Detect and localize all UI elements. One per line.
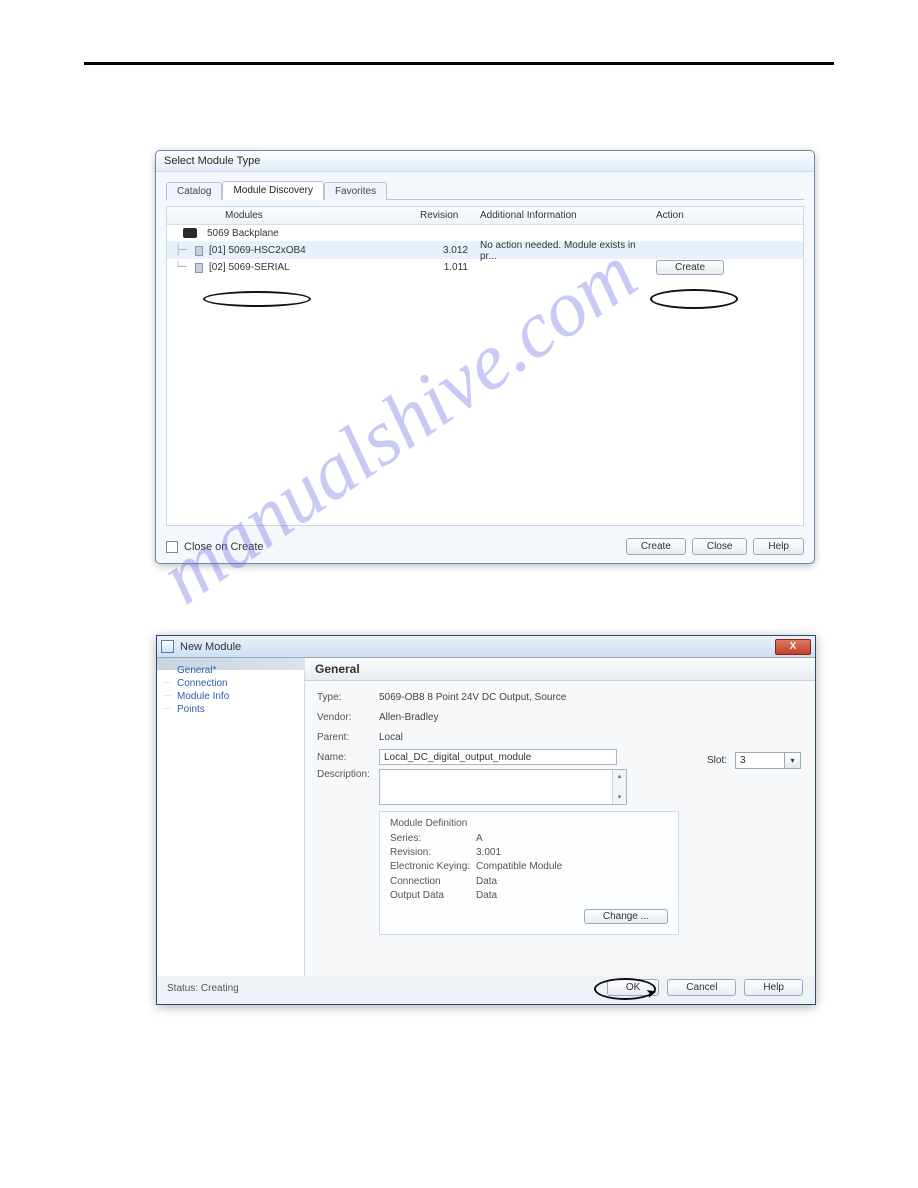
nav-item-general[interactable]: General* bbox=[167, 664, 304, 677]
connection-label: Connection bbox=[390, 876, 476, 887]
general-panel: General Type: 5069-OB8 8 Point 24V DC Ou… bbox=[305, 658, 815, 976]
dialog2-titlebar: New Module X bbox=[157, 636, 815, 658]
parent-label: Parent: bbox=[317, 732, 379, 743]
description-scrollbar[interactable]: ▴ ▾ bbox=[612, 770, 626, 804]
create-row-button[interactable]: Create bbox=[656, 260, 724, 275]
highlight-ellipse-module bbox=[203, 291, 311, 307]
ekeying-value: Compatible Module bbox=[476, 861, 562, 872]
module-icon bbox=[195, 246, 203, 256]
nav-item-connection[interactable]: Connection bbox=[167, 677, 304, 690]
revision-label: Revision: bbox=[390, 847, 476, 858]
change-button[interactable]: Change ... bbox=[584, 909, 668, 924]
tree-line-icon: └─ bbox=[167, 262, 195, 273]
tab-favorites[interactable]: Favorites bbox=[324, 182, 387, 200]
col-header-action: Action bbox=[650, 210, 803, 221]
tab-catalog[interactable]: Catalog bbox=[166, 182, 222, 200]
slot-dropdown[interactable]: 3 ▾ bbox=[735, 752, 801, 769]
close-on-create-label: Close on Create bbox=[184, 541, 264, 553]
output-data-value: Data bbox=[476, 890, 497, 901]
table-row[interactable]: └─ [02] 5069-SERIAL 1.011 Create bbox=[167, 259, 803, 276]
vendor-value: Allen-Bradley bbox=[379, 712, 438, 723]
help-button[interactable]: Help bbox=[753, 538, 804, 555]
parent-value: Local bbox=[379, 732, 403, 743]
name-input[interactable] bbox=[379, 749, 617, 765]
description-textarea[interactable]: ▴ ▾ bbox=[379, 769, 627, 805]
connection-value: Data bbox=[476, 876, 497, 887]
output-data-label: Output Data bbox=[390, 890, 476, 901]
module-definition-box: Module Definition Series:A Revision:3.00… bbox=[379, 811, 679, 935]
type-value: 5069-OB8 8 Point 24V DC Output, Source bbox=[379, 692, 566, 703]
new-module-dialog: New Module X General* Connection Module … bbox=[156, 635, 816, 1005]
help-button[interactable]: Help bbox=[744, 979, 803, 996]
col-header-revision: Revision bbox=[420, 210, 480, 221]
scroll-down-icon[interactable]: ▾ bbox=[613, 791, 626, 804]
type-label: Type: bbox=[317, 692, 379, 703]
backplane-icon bbox=[183, 228, 197, 238]
chevron-down-icon: ▾ bbox=[784, 753, 800, 768]
dialog1-footer: Close on Create Create Close Help bbox=[166, 538, 804, 555]
section-header-general: General bbox=[305, 658, 815, 681]
ekeying-label: Electronic Keying: bbox=[390, 861, 476, 872]
vendor-label: Vendor: bbox=[317, 712, 379, 723]
module-definition-title: Module Definition bbox=[390, 818, 668, 829]
discovery-grid: Modules Revision Additional Information … bbox=[166, 206, 804, 526]
page-top-rule bbox=[84, 62, 834, 65]
series-value: A bbox=[476, 833, 483, 844]
tree-line-icon: ├─ bbox=[167, 245, 195, 256]
series-label: Series: bbox=[390, 833, 476, 844]
status-label: Status: bbox=[167, 983, 198, 994]
nav-item-module-info[interactable]: Module Info bbox=[167, 690, 304, 703]
module-revision: 1.011 bbox=[420, 262, 480, 273]
description-label: Description: bbox=[317, 769, 379, 780]
tab-module-discovery[interactable]: Module Discovery bbox=[222, 181, 323, 200]
revision-value: 3.001 bbox=[476, 847, 501, 858]
highlight-ellipse-create bbox=[650, 289, 738, 309]
col-header-info: Additional Information bbox=[480, 210, 650, 221]
close-on-create-checkbox[interactable] bbox=[166, 541, 178, 553]
close-button[interactable]: Close bbox=[692, 538, 748, 555]
scroll-up-icon[interactable]: ▴ bbox=[613, 770, 626, 783]
slot-value: 3 bbox=[740, 755, 746, 766]
module-name: [01] 5069-HSC2xOB4 bbox=[209, 245, 306, 256]
module-icon bbox=[195, 263, 203, 273]
module-name: [02] 5069-SERIAL bbox=[209, 262, 290, 273]
name-label: Name: bbox=[317, 752, 379, 763]
create-button[interactable]: Create bbox=[626, 538, 686, 555]
nav-item-points[interactable]: Points bbox=[167, 703, 304, 716]
tab-row: Catalog Module Discovery Favorites bbox=[166, 180, 804, 200]
col-header-modules: Modules bbox=[167, 210, 420, 221]
grid-header-row: Modules Revision Additional Information … bbox=[167, 207, 803, 225]
module-info: No action needed. Module exists in pr... bbox=[480, 240, 650, 262]
close-icon[interactable]: X bbox=[775, 639, 811, 655]
status-bar: Status: Creating bbox=[167, 983, 239, 994]
nav-tree: General* Connection Module Info Points bbox=[157, 658, 305, 976]
window-icon bbox=[161, 640, 174, 653]
dialog2-title-text: New Module bbox=[180, 641, 241, 653]
table-row[interactable]: ├─ [01] 5069-HSC2xOB4 3.012 No action ne… bbox=[167, 242, 803, 259]
slot-label: Slot: bbox=[707, 755, 727, 766]
backplane-label: 5069 Backplane bbox=[207, 228, 279, 239]
dialog1-title: Select Module Type bbox=[156, 151, 814, 172]
module-revision: 3.012 bbox=[420, 245, 480, 256]
status-value: Creating bbox=[201, 983, 239, 994]
cancel-button[interactable]: Cancel bbox=[667, 979, 736, 996]
select-module-type-dialog: Select Module Type Catalog Module Discov… bbox=[155, 150, 815, 564]
